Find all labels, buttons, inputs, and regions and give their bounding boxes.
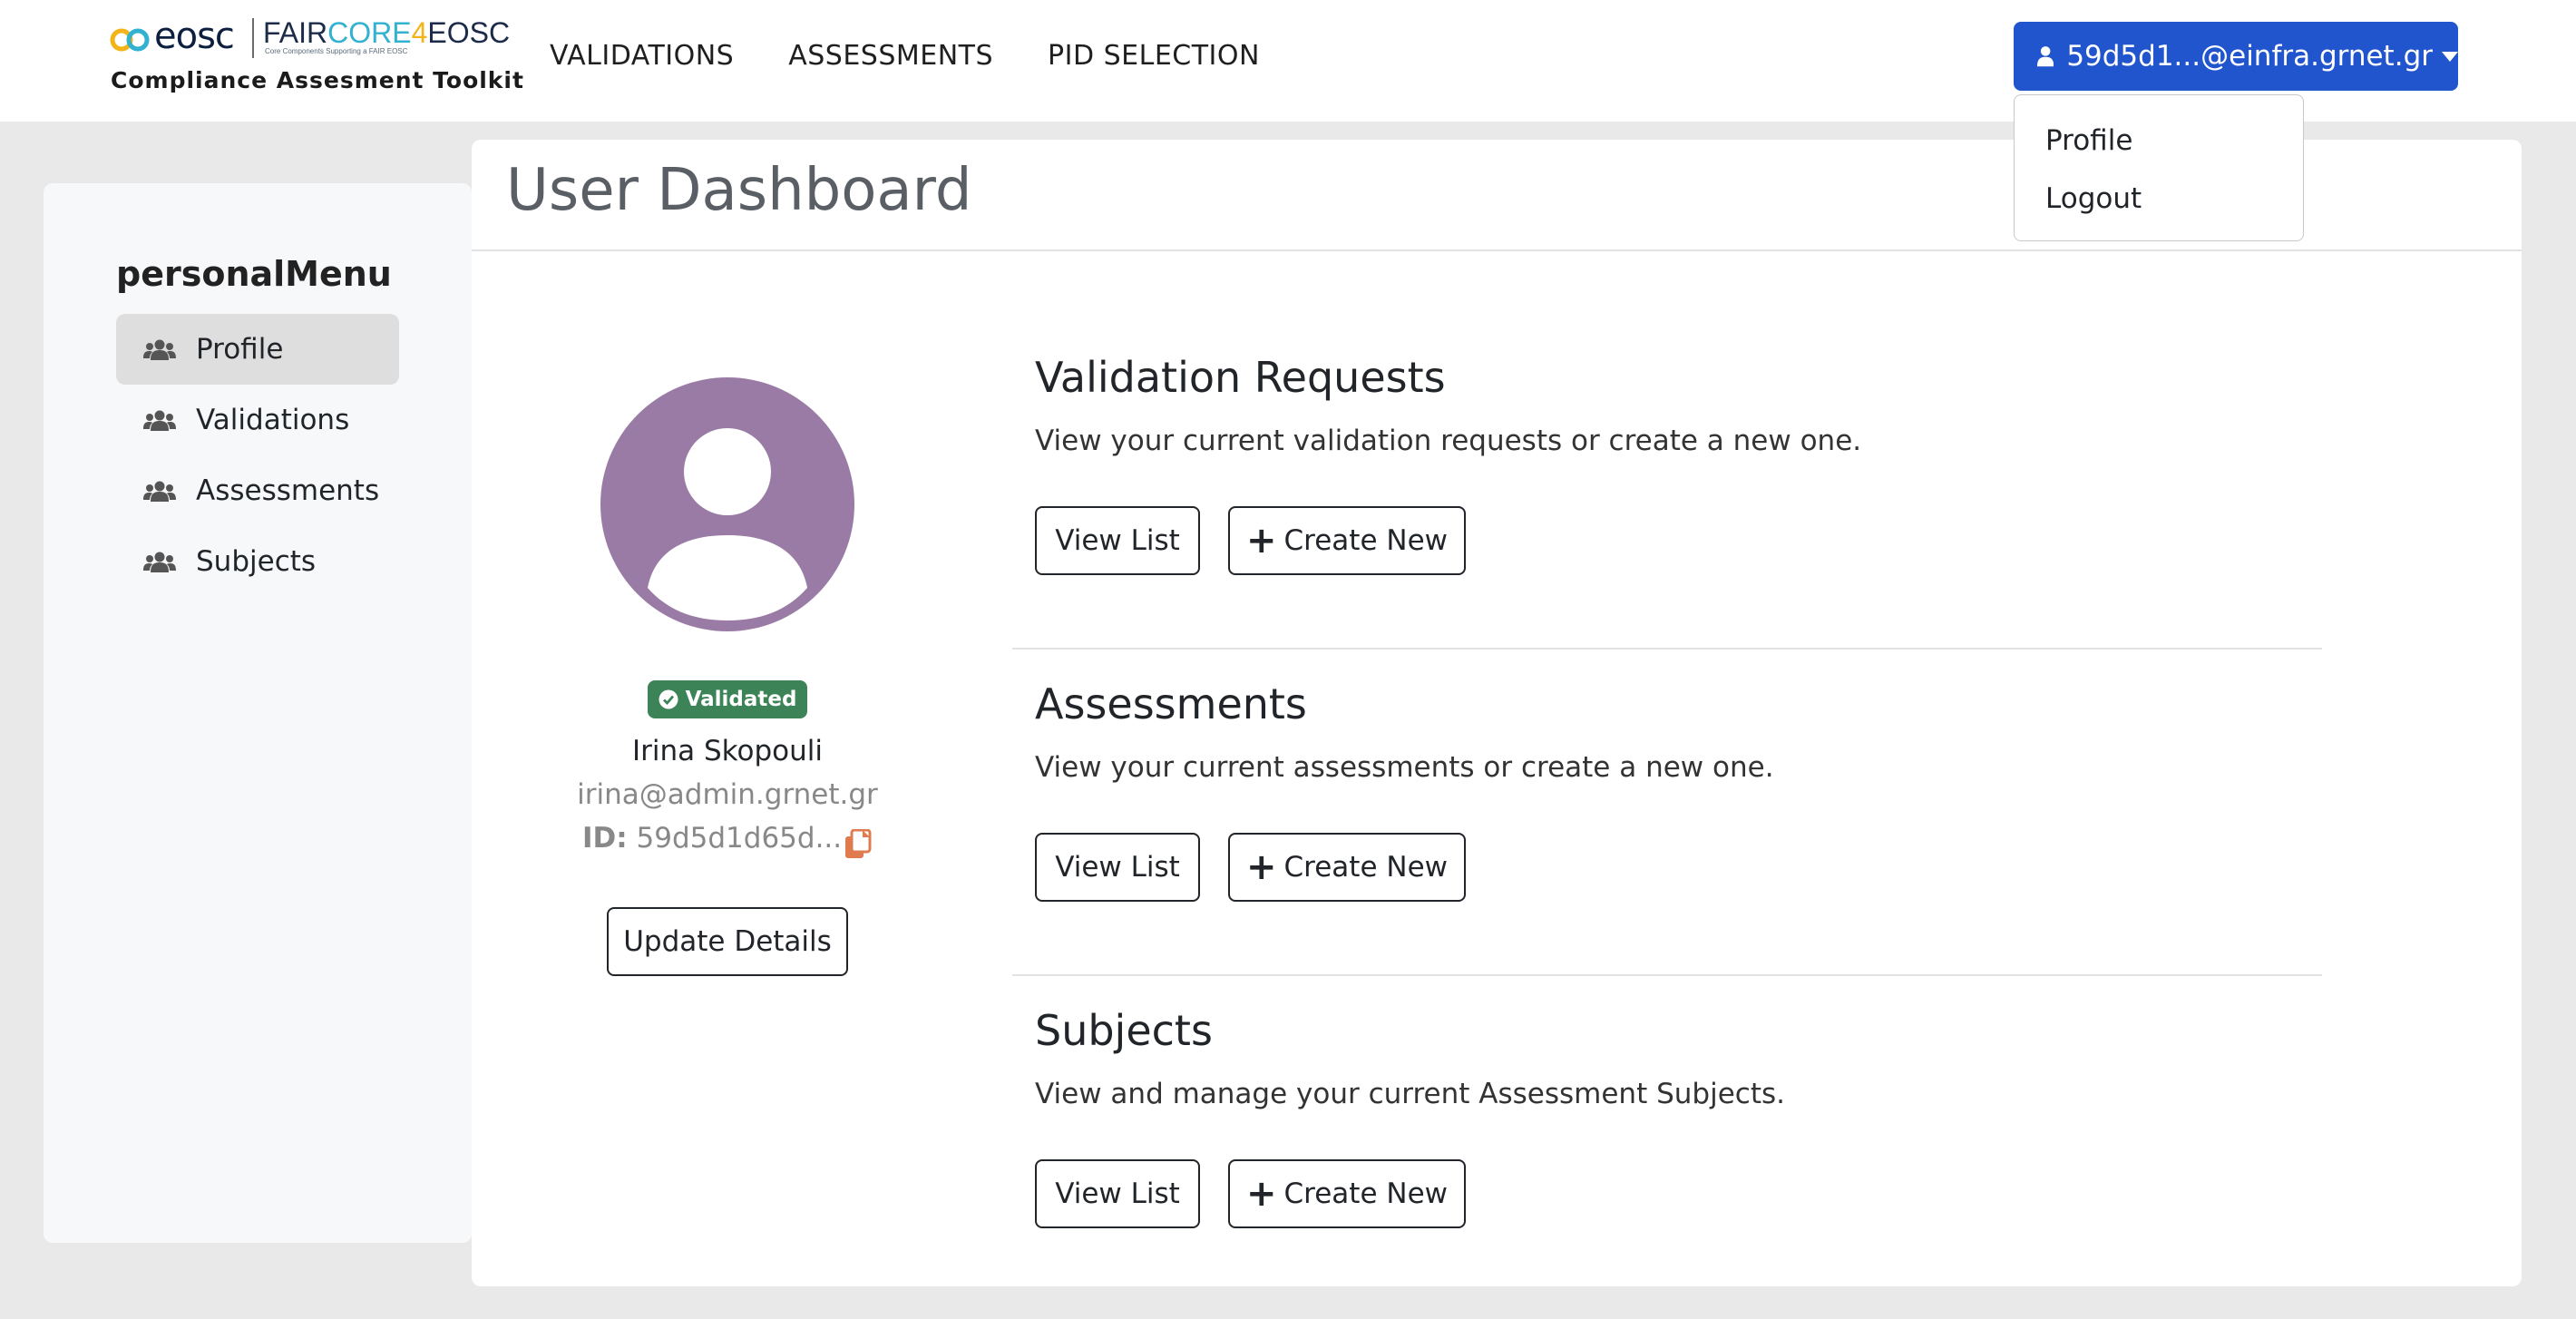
toolkit-title: Compliance Assesment Toolkit xyxy=(111,67,524,93)
sidebar-item-label: Subjects xyxy=(196,545,317,578)
faircore-subtitle: Core Components Supporting a FAIR EOSC xyxy=(265,47,408,55)
user-icon xyxy=(2037,46,2054,67)
nav-validations[interactable]: VALIDATIONS xyxy=(550,36,734,76)
sidebar-item-subjects[interactable]: Subjects xyxy=(116,526,399,597)
user-id-label: ID: xyxy=(582,822,628,855)
badge-label: Validated xyxy=(685,688,797,711)
brand-logo[interactable]: eosc FAIRCORE4EOSC Core Components Suppo… xyxy=(109,15,523,103)
plus-icon: + xyxy=(1246,846,1277,888)
users-icon xyxy=(143,339,176,360)
user-dropdown-menu: Profile Logout xyxy=(2014,94,2304,241)
section-desc-validation-requests: View your current validation requests or… xyxy=(1035,425,1862,457)
sidebar-item-label: Validations xyxy=(196,404,350,436)
sidebar-item-validations[interactable]: Validations xyxy=(116,385,399,455)
faircore-wordmark: FAIRCORE4EOSC xyxy=(263,16,511,49)
assessments-view-list-button[interactable]: View List xyxy=(1035,833,1200,902)
subjects-view-list-button[interactable]: View List xyxy=(1035,1159,1200,1228)
user-menu-label: 59d5d1...@einfra.grnet.gr xyxy=(2066,40,2433,73)
user-id-value: 59d5d1d65d... xyxy=(636,822,843,855)
nav-pid-selection[interactable]: PID SELECTION xyxy=(1048,36,1260,76)
sidebar-item-profile[interactable]: Profile xyxy=(116,314,399,385)
user-email: irina@admin.grnet.gr xyxy=(577,778,878,811)
user-menu-button[interactable]: 59d5d1...@einfra.grnet.gr xyxy=(2014,22,2458,91)
subjects-create-new-button[interactable]: + Create New xyxy=(1228,1159,1466,1228)
brand-logos: eosc FAIRCORE4EOSC Core Components Suppo… xyxy=(109,15,510,62)
main-nav: VALIDATIONS ASSESSMENTS PID SELECTION xyxy=(550,36,1260,76)
eosc-wordmark: eosc xyxy=(154,15,235,57)
caret-down-icon xyxy=(2442,51,2458,62)
brand-divider xyxy=(252,18,254,58)
section-title-subjects: Subjects xyxy=(1035,1006,1213,1055)
nav-assessments[interactable]: ASSESSMENTS xyxy=(788,36,993,76)
sidebar: personalMenu Profile Validations Assessm… xyxy=(44,183,472,1243)
update-details-button[interactable]: Update Details xyxy=(607,907,848,976)
assessments-create-new-button[interactable]: + Create New xyxy=(1228,833,1466,902)
users-icon xyxy=(143,481,176,502)
validation-view-list-button[interactable]: View List xyxy=(1035,506,1200,575)
user-name: Irina Skopouli xyxy=(631,735,823,767)
check-circle-icon xyxy=(659,689,678,709)
section-title-assessments: Assessments xyxy=(1035,679,1307,728)
copy-icon[interactable] xyxy=(844,829,873,860)
plus-icon: + xyxy=(1246,1173,1277,1215)
sidebar-item-label: Assessments xyxy=(196,474,380,507)
dropdown-item-logout[interactable]: Logout xyxy=(2045,181,2142,217)
sidebar-item-assessments[interactable]: Assessments xyxy=(116,455,399,526)
sidebar-item-label: Profile xyxy=(196,333,284,366)
section-title-validation-requests: Validation Requests xyxy=(1035,353,1446,402)
validation-create-new-button[interactable]: + Create New xyxy=(1228,506,1466,575)
users-icon xyxy=(143,410,176,431)
section-desc-assessments: View your current assessments or create … xyxy=(1035,751,1774,784)
validated-badge: Validated xyxy=(648,680,807,718)
section-divider xyxy=(1012,974,2322,976)
plus-icon: + xyxy=(1246,520,1277,562)
user-id: ID: 59d5d1d65d... xyxy=(582,822,842,855)
sidebar-title: personalMenu xyxy=(116,254,392,294)
avatar xyxy=(600,377,854,631)
dashboard-card: User Dashboard Validated Irina Skopouli … xyxy=(472,140,2522,1286)
section-desc-subjects: View and manage your current Assessment … xyxy=(1035,1078,1785,1110)
users-icon xyxy=(143,552,176,572)
dropdown-item-profile[interactable]: Profile xyxy=(2045,122,2132,159)
section-divider xyxy=(1012,648,2322,650)
page-title: User Dashboard xyxy=(506,157,972,224)
title-divider xyxy=(472,249,2522,251)
